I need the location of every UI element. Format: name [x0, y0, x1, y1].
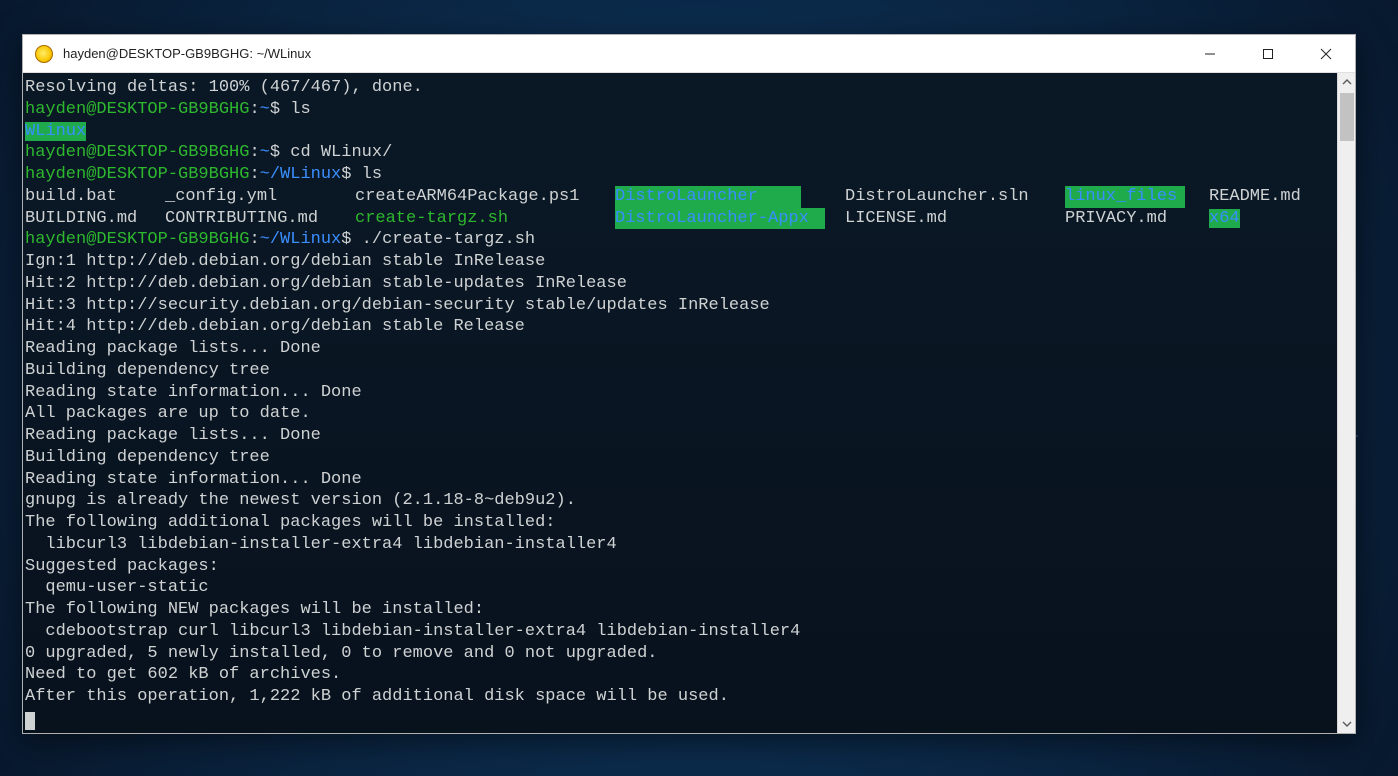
output-line: The following additional packages will b…: [25, 513, 556, 532]
ls-entry-dir: DistroLauncher-Appx: [615, 208, 825, 230]
output-line: Building dependency tree: [25, 361, 270, 380]
chevron-down-icon: [1342, 719, 1352, 729]
output-line: Reading state information... Done: [25, 470, 362, 489]
command-text: ls: [290, 100, 310, 119]
window-title: hayden@DESKTOP-GB9BGHG: ~/WLinux: [63, 46, 1181, 61]
ls-entry: LICENSE.md: [845, 208, 1065, 230]
prompt-dollar: $: [270, 143, 280, 162]
ls-entry-dir: linux_files: [1065, 186, 1185, 208]
ls-entry: README.md: [1209, 187, 1301, 206]
output-line: qemu-user-static: [25, 578, 209, 597]
window-controls: [1181, 35, 1355, 72]
output-line: 0 upgraded, 5 newly installed, 0 to remo…: [25, 644, 658, 663]
output-line: Hit:3 http://security.debian.org/debian-…: [25, 296, 770, 315]
output-line: Reading package lists... Done: [25, 426, 321, 445]
terminal-window: hayden@DESKTOP-GB9BGHG: ~/WLinux Resolvi…: [22, 34, 1356, 734]
ls-entry: _config.yml: [165, 186, 355, 208]
prompt-sep: :: [249, 230, 259, 249]
maximize-button[interactable]: [1239, 35, 1297, 72]
ls-entry: DistroLauncher.sln: [845, 186, 1065, 208]
output-line: Ign:1 http://deb.debian.org/debian stabl…: [25, 252, 545, 271]
ls-entry: build.bat: [25, 186, 165, 208]
output-line: Resolving deltas: 100% (467/467), done.: [25, 78, 423, 97]
output-line: All packages are up to date.: [25, 404, 311, 423]
app-icon: [35, 45, 53, 63]
titlebar[interactable]: hayden@DESKTOP-GB9BGHG: ~/WLinux: [23, 35, 1355, 73]
output-line: Suggested packages:: [25, 557, 219, 576]
prompt-path: ~/WLinux: [260, 165, 342, 184]
output-line: After this operation, 1,222 kB of additi…: [25, 687, 729, 706]
output-line: Building dependency tree: [25, 448, 270, 467]
prompt-sep: :: [249, 100, 259, 119]
ls-entry-dir: x64: [1209, 209, 1240, 228]
ls-entry: BUILDING.md: [25, 208, 165, 230]
ls-entry-dir: DistroLauncher: [615, 186, 801, 208]
output-line: Reading state information... Done: [25, 383, 362, 402]
chevron-up-icon: [1342, 77, 1352, 87]
scroll-up-button[interactable]: [1338, 73, 1355, 91]
terminal-output[interactable]: Resolving deltas: 100% (467/467), done. h…: [23, 73, 1337, 733]
terminal-client-area: Resolving deltas: 100% (467/467), done. h…: [23, 73, 1355, 733]
scrollbar-thumb[interactable]: [1340, 93, 1354, 141]
output-line: libcurl3 libdebian-installer-extra4 libd…: [25, 535, 617, 554]
output-line: gnupg is already the newest version (2.1…: [25, 491, 576, 510]
prompt-path: ~: [260, 100, 270, 119]
ls-entry-exec: create-targz.sh: [355, 208, 615, 230]
prompt-sep: :: [249, 165, 259, 184]
output-line: Need to get 602 kB of archives.: [25, 665, 341, 684]
prompt-dollar: $: [270, 100, 280, 119]
ls-entry: PRIVACY.md: [1065, 208, 1209, 230]
ls-entry: createARM64Package.ps1: [355, 186, 615, 208]
prompt-dollar: $: [341, 230, 351, 249]
output-line: The following NEW packages will be insta…: [25, 600, 484, 619]
command-text: ./create-targz.sh: [362, 230, 535, 249]
output-line: Reading package lists... Done: [25, 339, 321, 358]
ls-entry: CONTRIBUTING.md: [165, 208, 355, 230]
output-line: Hit:4 http://deb.debian.org/debian stabl…: [25, 317, 525, 336]
prompt-sep: :: [249, 143, 259, 162]
command-text: cd WLinux/: [290, 143, 392, 162]
output-line: cdebootstrap curl libcurl3 libdebian-ins…: [25, 622, 800, 641]
prompt-userhost: hayden@DESKTOP-GB9BGHG: [25, 100, 249, 119]
minimize-button[interactable]: [1181, 35, 1239, 72]
scroll-down-button[interactable]: [1338, 715, 1355, 733]
close-button[interactable]: [1297, 35, 1355, 72]
command-text: ls: [362, 165, 382, 184]
prompt-dollar: $: [341, 165, 351, 184]
prompt-path: ~/WLinux: [260, 230, 342, 249]
scrollbar-track[interactable]: [1338, 91, 1355, 715]
output-line: Hit:2 http://deb.debian.org/debian stabl…: [25, 274, 627, 293]
prompt-path: ~: [260, 143, 270, 162]
terminal-cursor: [25, 712, 35, 730]
prompt-userhost: hayden@DESKTOP-GB9BGHG: [25, 230, 249, 249]
prompt-userhost: hayden@DESKTOP-GB9BGHG: [25, 143, 249, 162]
ls-entry-dir: WLinux: [25, 122, 86, 141]
vertical-scrollbar[interactable]: [1337, 73, 1355, 733]
prompt-userhost: hayden@DESKTOP-GB9BGHG: [25, 165, 249, 184]
